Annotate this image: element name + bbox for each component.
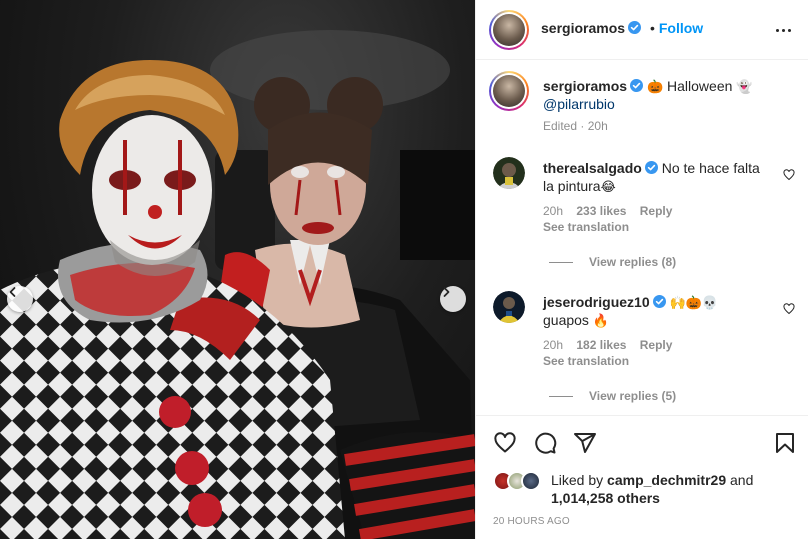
replies-divider xyxy=(549,396,573,398)
bookmark-icon[interactable] xyxy=(773,431,797,455)
follow-button[interactable]: Follow xyxy=(659,20,703,36)
comment-avatar[interactable] xyxy=(493,157,525,189)
comment-likes[interactable]: 182 likes xyxy=(576,338,626,352)
post-side-panel: sergioramos • Follow sergioramos 🎃 Hallow… xyxy=(475,0,808,539)
laughing-emoji: 😂 xyxy=(600,180,616,195)
liked-by-user[interactable]: camp_dechmitr29 xyxy=(607,472,726,488)
comment-like-heart-icon[interactable] xyxy=(783,168,795,181)
author-avatar[interactable] xyxy=(489,10,529,50)
caption-age: 20h xyxy=(587,119,608,133)
replies-divider xyxy=(549,262,573,264)
fire-emoji: 🔥 xyxy=(592,314,610,329)
liked-by-text: Liked by camp_dechmitr29 and 1,014,258 o… xyxy=(551,471,753,507)
share-icon[interactable] xyxy=(573,431,597,455)
comment-age: 20h xyxy=(543,338,564,352)
caption-author-avatar[interactable] xyxy=(489,71,529,111)
caption-meta: Edited · 20h xyxy=(543,119,608,133)
see-translation-link[interactable]: See translation xyxy=(543,354,629,368)
author-username[interactable]: sergioramos xyxy=(541,20,625,36)
view-replies-button[interactable]: View replies (8) xyxy=(549,255,676,269)
caption-text: Halloween xyxy=(667,78,733,94)
comment-likes[interactable]: 233 likes xyxy=(576,204,626,218)
comment-like-heart-icon[interactable] xyxy=(783,302,795,315)
caption-mention[interactable]: @pilarrubio xyxy=(543,96,615,112)
comment-age: 20h xyxy=(543,204,564,218)
avatar xyxy=(521,471,541,491)
view-replies-label: View replies (8) xyxy=(589,255,677,269)
see-translation-link[interactable]: See translation xyxy=(543,220,629,234)
verified-badge-icon xyxy=(628,21,642,34)
edited-label: Edited xyxy=(543,119,578,133)
likes-count[interactable]: 1,014,258 others xyxy=(551,490,660,506)
prev-photo-button[interactable] xyxy=(7,286,33,312)
view-replies-button[interactable]: View replies (5) xyxy=(549,389,676,403)
more-options-icon[interactable] xyxy=(771,20,795,40)
post-photo[interactable] xyxy=(0,0,475,539)
header-separator: • xyxy=(649,20,655,36)
verified-badge-icon xyxy=(630,78,644,92)
comment-text-line2: la pintura xyxy=(543,178,601,194)
verified-badge-icon xyxy=(644,160,658,174)
meta-dot: · xyxy=(580,119,585,133)
comment-text: guapos xyxy=(543,312,589,328)
comment-avatar[interactable] xyxy=(493,291,525,323)
comment-username[interactable]: therealsalgado xyxy=(543,160,642,176)
heart-icon[interactable] xyxy=(493,431,517,455)
comment-body: therealsalgado No te hace falta xyxy=(543,159,760,177)
comment-meta: 20h 182 likes Reply xyxy=(543,338,672,352)
post-header: sergioramos • Follow xyxy=(476,0,808,60)
caption: sergioramos 🎃 Halloween 👻 xyxy=(543,77,752,97)
liked-by-prefix: Liked by xyxy=(551,472,604,488)
comment-text-line1: No te hace falta xyxy=(661,160,760,176)
liked-by-and: and xyxy=(730,472,754,488)
comment-emojis: 🙌🎃💀 xyxy=(669,296,719,311)
view-replies-label: View replies (5) xyxy=(589,389,677,403)
comment-body: jeserodriguez10 🙌🎃💀 xyxy=(543,293,718,313)
pumpkin-emoji: 🎃 xyxy=(646,80,664,95)
next-photo-button[interactable] xyxy=(440,286,466,312)
ghost-emoji: 👻 xyxy=(736,80,753,95)
comment-icon[interactable] xyxy=(533,431,557,455)
caption-username[interactable]: sergioramos xyxy=(543,78,627,94)
liked-by-avatars[interactable] xyxy=(493,471,545,491)
reply-button[interactable]: Reply xyxy=(640,338,673,352)
comment-meta: 20h 233 likes Reply xyxy=(543,204,672,218)
post-actions: Liked by camp_dechmitr29 and 1,014,258 o… xyxy=(476,415,808,539)
comments-scroll-area[interactable]: sergioramos 🎃 Halloween 👻 @pilarrubio Ed… xyxy=(476,61,808,415)
comment-username[interactable]: jeserodriguez10 xyxy=(543,294,650,310)
photo-illustration xyxy=(0,30,475,539)
verified-badge-icon xyxy=(652,294,666,308)
reply-button[interactable]: Reply xyxy=(640,204,673,218)
post-timestamp[interactable]: 20 HOURS AGO xyxy=(493,516,570,527)
